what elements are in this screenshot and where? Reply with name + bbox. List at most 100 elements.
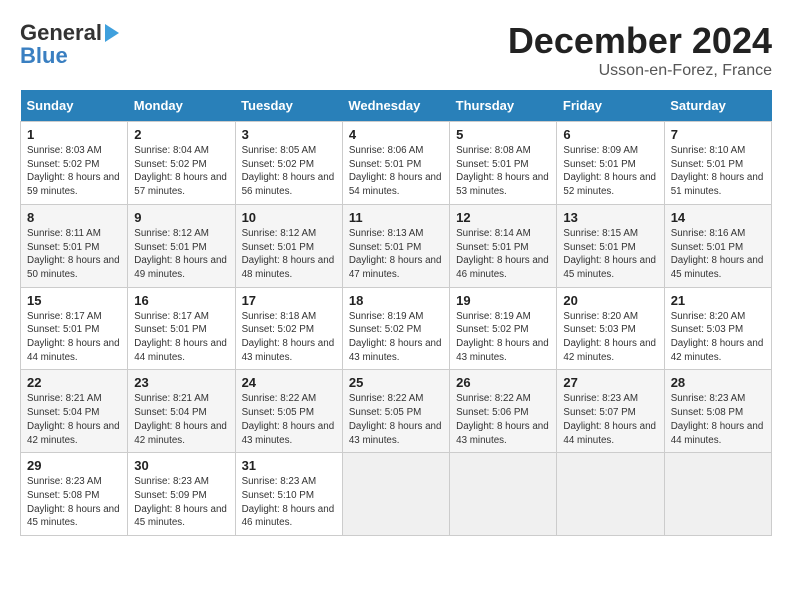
day-number: 1 <box>27 127 121 142</box>
day-number: 20 <box>563 293 657 308</box>
calendar-cell: 6 Sunrise: 8:09 AM Sunset: 5:01 PM Daylig… <box>557 122 664 205</box>
day-number: 30 <box>134 458 228 473</box>
day-number: 5 <box>456 127 550 142</box>
day-info: Sunrise: 8:15 AM Sunset: 5:01 PM Dayligh… <box>563 227 657 282</box>
empty-cell <box>664 453 771 536</box>
day-info: Sunrise: 8:04 AM Sunset: 5:02 PM Dayligh… <box>134 144 228 199</box>
calendar-cell: 17 Sunrise: 8:18 AM Sunset: 5:02 PM Dayli… <box>235 287 342 370</box>
empty-cell <box>342 453 449 536</box>
header-wednesday: Wednesday <box>342 90 449 122</box>
calendar-table: Sunday Monday Tuesday Wednesday Thursday… <box>20 90 772 536</box>
calendar-header-row: Sunday Monday Tuesday Wednesday Thursday… <box>21 90 772 122</box>
calendar-cell: 11 Sunrise: 8:13 AM Sunset: 5:01 PM Dayli… <box>342 204 449 287</box>
calendar-cell: 30 Sunrise: 8:23 AM Sunset: 5:09 PM Dayli… <box>128 453 235 536</box>
header-sunday: Sunday <box>21 90 128 122</box>
day-info: Sunrise: 8:23 AM Sunset: 5:08 PM Dayligh… <box>671 392 765 447</box>
calendar-subtitle: Usson-en-Forez, France <box>508 62 772 80</box>
day-info: Sunrise: 8:23 AM Sunset: 5:09 PM Dayligh… <box>134 475 228 530</box>
calendar-cell: 7 Sunrise: 8:10 AM Sunset: 5:01 PM Daylig… <box>664 122 771 205</box>
calendar-cell: 24Sunrise: 8:22 AM Sunset: 5:05 PM Dayli… <box>235 370 342 453</box>
calendar-cell: 22 Sunrise: 8:21 AM Sunset: 5:04 PM Dayli… <box>21 370 128 453</box>
day-info: Sunrise: 8:20 AM Sunset: 5:03 PM Dayligh… <box>671 310 765 365</box>
calendar-cell: 18 Sunrise: 8:19 AM Sunset: 5:02 PM Dayli… <box>342 287 449 370</box>
day-info: Sunrise: 8:13 AM Sunset: 5:01 PM Dayligh… <box>349 227 443 282</box>
day-number: 11 <box>349 210 443 225</box>
logo-arrow-icon <box>105 24 119 42</box>
day-info: Sunrise: 8:16 AM Sunset: 5:01 PM Dayligh… <box>671 227 765 282</box>
header-tuesday: Tuesday <box>235 90 342 122</box>
page-header: General Blue December 2024 Usson-en-Fore… <box>20 20 772 80</box>
calendar-cell: 12 Sunrise: 8:14 AM Sunset: 5:01 PM Dayli… <box>450 204 557 287</box>
empty-cell <box>557 453 664 536</box>
day-number: 13 <box>563 210 657 225</box>
day-number: 22 <box>27 375 121 390</box>
calendar-cell: 3 Sunrise: 8:05 AM Sunset: 5:02 PM Daylig… <box>235 122 342 205</box>
day-number: 14 <box>671 210 765 225</box>
day-info: Sunrise: 8:19 AM Sunset: 5:02 PM Dayligh… <box>349 310 443 365</box>
day-info: Sunrise: 8:20 AM Sunset: 5:03 PM Dayligh… <box>563 310 657 365</box>
day-number: 3 <box>242 127 336 142</box>
day-number: 24 <box>242 375 336 390</box>
calendar-cell: 10Sunrise: 8:12 AM Sunset: 5:01 PM Dayli… <box>235 204 342 287</box>
day-number: 31 <box>242 458 336 473</box>
day-info: Sunrise: 8:17 AM Sunset: 5:01 PM Dayligh… <box>27 310 121 365</box>
calendar-cell: 28 Sunrise: 8:23 AM Sunset: 5:08 PM Dayli… <box>664 370 771 453</box>
day-info: Sunrise: 8:09 AM Sunset: 5:01 PM Dayligh… <box>563 144 657 199</box>
calendar-cell: 8Sunrise: 8:11 AM Sunset: 5:01 PM Daylig… <box>21 204 128 287</box>
calendar-cell: 21 Sunrise: 8:20 AM Sunset: 5:03 PM Dayli… <box>664 287 771 370</box>
empty-cell <box>450 453 557 536</box>
calendar-title: December 2024 <box>508 20 772 62</box>
day-info: Sunrise: 8:21 AM Sunset: 5:04 PM Dayligh… <box>134 392 228 447</box>
header-thursday: Thursday <box>450 90 557 122</box>
day-number: 16 <box>134 293 228 308</box>
calendar-cell: 31 Sunrise: 8:23 AM Sunset: 5:10 PM Dayli… <box>235 453 342 536</box>
day-number: 2 <box>134 127 228 142</box>
calendar-cell: 20 Sunrise: 8:20 AM Sunset: 5:03 PM Dayli… <box>557 287 664 370</box>
calendar-cell: 19Sunrise: 8:19 AM Sunset: 5:02 PM Dayli… <box>450 287 557 370</box>
calendar-cell: 26 Sunrise: 8:22 AM Sunset: 5:06 PM Dayli… <box>450 370 557 453</box>
calendar-cell: 14 Sunrise: 8:16 AM Sunset: 5:01 PM Dayli… <box>664 204 771 287</box>
day-number: 21 <box>671 293 765 308</box>
day-number: 15 <box>27 293 121 308</box>
calendar-cell: 16 Sunrise: 8:17 AM Sunset: 5:01 PM Dayli… <box>128 287 235 370</box>
calendar-cell: 2 Sunrise: 8:04 AM Sunset: 5:02 PM Daylig… <box>128 122 235 205</box>
day-number: 17 <box>242 293 336 308</box>
day-info: Sunrise: 8:23 AM Sunset: 5:10 PM Dayligh… <box>242 475 336 530</box>
day-info: Sunrise: 8:10 AM Sunset: 5:01 PM Dayligh… <box>671 144 765 199</box>
day-info: Sunrise: 8:03 AM Sunset: 5:02 PM Dayligh… <box>27 144 121 199</box>
header-friday: Friday <box>557 90 664 122</box>
calendar-cell: 13 Sunrise: 8:15 AM Sunset: 5:01 PM Dayli… <box>557 204 664 287</box>
day-info: Sunrise: 8:18 AM Sunset: 5:02 PM Dayligh… <box>242 310 336 365</box>
calendar-cell: 9Sunrise: 8:12 AM Sunset: 5:01 PM Daylig… <box>128 204 235 287</box>
day-number: 6 <box>563 127 657 142</box>
day-number: 28 <box>671 375 765 390</box>
day-info: Sunrise: 8:12 AM Sunset: 5:01 PM Dayligh… <box>134 227 228 282</box>
day-info: Sunrise: 8:14 AM Sunset: 5:01 PM Dayligh… <box>456 227 550 282</box>
day-number: 12 <box>456 210 550 225</box>
header-monday: Monday <box>128 90 235 122</box>
day-info: Sunrise: 8:12 AM Sunset: 5:01 PM Dayligh… <box>242 227 336 282</box>
day-info: Sunrise: 8:11 AM Sunset: 5:01 PM Dayligh… <box>27 227 121 282</box>
day-info: Sunrise: 8:23 AM Sunset: 5:07 PM Dayligh… <box>563 392 657 447</box>
day-number: 7 <box>671 127 765 142</box>
day-info: Sunrise: 8:05 AM Sunset: 5:02 PM Dayligh… <box>242 144 336 199</box>
day-info: Sunrise: 8:22 AM Sunset: 5:06 PM Dayligh… <box>456 392 550 447</box>
day-info: Sunrise: 8:23 AM Sunset: 5:08 PM Dayligh… <box>27 475 121 530</box>
day-info: Sunrise: 8:17 AM Sunset: 5:01 PM Dayligh… <box>134 310 228 365</box>
day-number: 19 <box>456 293 550 308</box>
day-number: 25 <box>349 375 443 390</box>
day-info: Sunrise: 8:21 AM Sunset: 5:04 PM Dayligh… <box>27 392 121 447</box>
calendar-cell: 25Sunrise: 8:22 AM Sunset: 5:05 PM Dayli… <box>342 370 449 453</box>
day-number: 18 <box>349 293 443 308</box>
day-number: 27 <box>563 375 657 390</box>
calendar-cell: 27 Sunrise: 8:23 AM Sunset: 5:07 PM Dayli… <box>557 370 664 453</box>
calendar-cell: 29Sunrise: 8:23 AM Sunset: 5:08 PM Dayli… <box>21 453 128 536</box>
day-number: 26 <box>456 375 550 390</box>
title-block: December 2024 Usson-en-Forez, France <box>508 20 772 80</box>
calendar-cell: 15 Sunrise: 8:17 AM Sunset: 5:01 PM Dayli… <box>21 287 128 370</box>
calendar-cell: 4Sunrise: 8:06 AM Sunset: 5:01 PM Daylig… <box>342 122 449 205</box>
calendar-row: 15 Sunrise: 8:17 AM Sunset: 5:01 PM Dayli… <box>21 287 772 370</box>
calendar-row: 8Sunrise: 8:11 AM Sunset: 5:01 PM Daylig… <box>21 204 772 287</box>
calendar-cell: 1 Sunrise: 8:03 AM Sunset: 5:02 PM Daylig… <box>21 122 128 205</box>
calendar-cell: 5Sunrise: 8:08 AM Sunset: 5:01 PM Daylig… <box>450 122 557 205</box>
